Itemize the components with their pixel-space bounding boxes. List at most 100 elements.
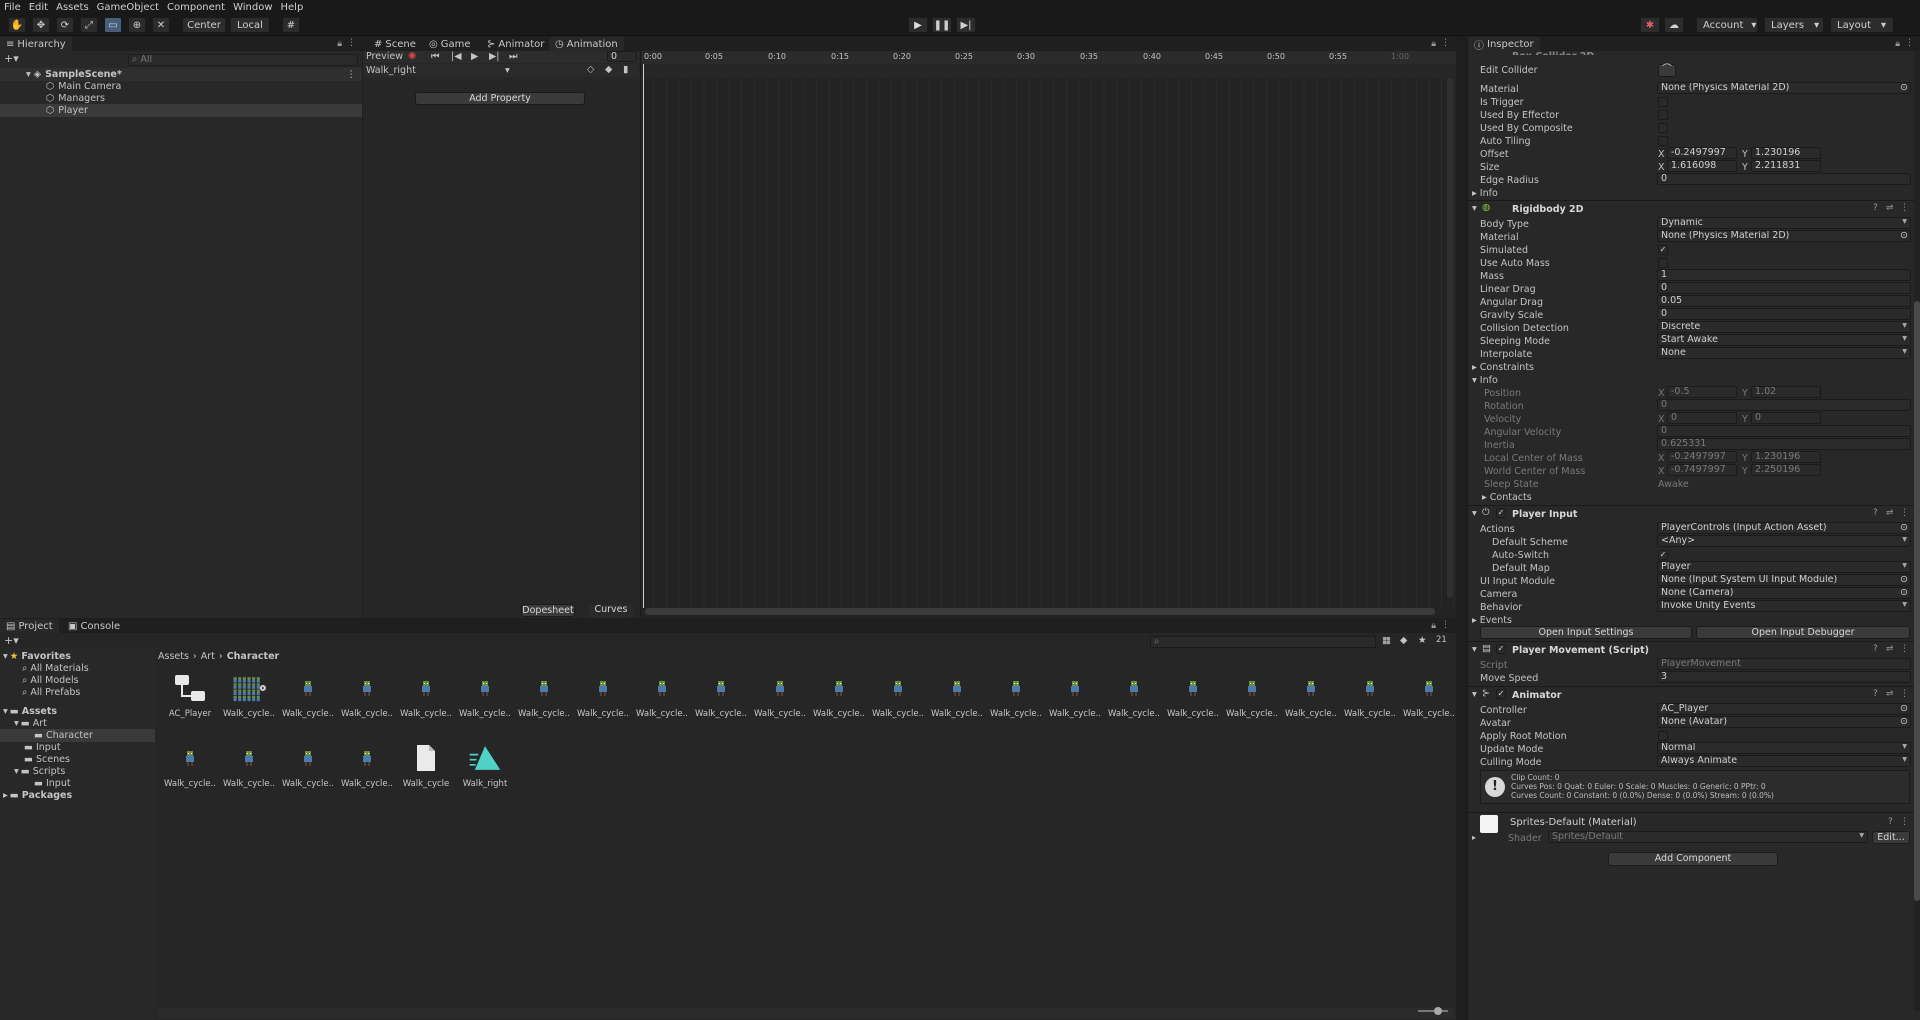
more-icon[interactable]: ⋮ xyxy=(347,38,356,48)
collision-detection-dropdown[interactable]: Discrete xyxy=(1657,321,1911,333)
filter-type-icon[interactable]: ▦ xyxy=(1382,635,1391,646)
more-icon[interactable]: ⋮ xyxy=(1900,689,1909,699)
account-dropdown[interactable]: Account ▾ xyxy=(1696,17,1758,33)
event-marker-icon[interactable]: ▮ xyxy=(623,64,628,75)
gravity-scale-field[interactable]: 0 xyxy=(1657,308,1911,320)
camera-field[interactable]: None (Camera) ⊙ xyxy=(1657,587,1911,599)
more-icon[interactable]: ⋮ xyxy=(1900,644,1909,654)
foldout-arrow-icon[interactable]: ▾ xyxy=(1472,644,1477,655)
tab-animation[interactable]: ◷ Animation xyxy=(549,37,624,51)
sprite-asset[interactable]: Walk_cycle... xyxy=(1167,671,1219,719)
sprite-asset[interactable]: Walk_cycle... xyxy=(282,671,334,719)
object-picker-icon[interactable]: ⊙ xyxy=(1900,717,1908,727)
add-event-icon[interactable]: ◆ xyxy=(605,64,612,75)
rect-tool-icon[interactable]: ▭ xyxy=(104,17,122,33)
sprite-asset[interactable]: Walk_cycle... xyxy=(223,741,275,789)
sprite-asset[interactable]: Walk_cycle... xyxy=(1285,671,1337,719)
sprite-asset[interactable]: Walk_cycle... xyxy=(400,671,452,719)
foldout-arrow-icon[interactable]: ▾ xyxy=(1472,508,1477,519)
move-tool-icon[interactable]: ✥ xyxy=(32,17,50,33)
tree-item[interactable]: ⌕ All Prefabs xyxy=(0,686,155,699)
lock-icon[interactable]: 🔒︎ xyxy=(1431,39,1436,49)
animator-controller-asset[interactable]: AC_Player xyxy=(164,671,216,719)
breadcrumb-item[interactable]: Art xyxy=(201,651,215,662)
zoom-slider[interactable] xyxy=(1418,1010,1448,1012)
menu-assets[interactable]: Assets xyxy=(56,2,89,13)
sprite-asset[interactable]: Walk_cycle... xyxy=(459,671,511,719)
size-x-field[interactable]: 1.616098 xyxy=(1667,160,1737,172)
menu-gameobject[interactable]: GameObject xyxy=(97,2,159,13)
mass-field[interactable]: 1 xyxy=(1657,269,1911,281)
filter-label-icon[interactable]: ◆ xyxy=(1400,635,1407,646)
preset-icon[interactable]: ⇌ xyxy=(1886,689,1894,699)
hierarchy-item-selected[interactable]: ⬡ Player xyxy=(0,104,362,117)
menu-file[interactable]: File xyxy=(4,2,21,13)
use-auto-mass-checkbox[interactable] xyxy=(1658,258,1668,268)
project-search-input[interactable]: ⌕ xyxy=(1150,636,1376,648)
foldout-contacts[interactable]: ▸ Contacts xyxy=(1482,492,1532,503)
ui-input-module-field[interactable]: None (Input System UI Input Module) ⊙ xyxy=(1657,574,1911,586)
object-picker-icon[interactable]: ⊙ xyxy=(1900,704,1908,714)
component-enabled-checkbox[interactable]: ✓ xyxy=(1496,508,1506,518)
sprite-asset[interactable]: Walk_cycle... xyxy=(636,671,688,719)
sprite-asset[interactable]: Walk_cycle... xyxy=(1403,671,1455,719)
chevron-down-icon[interactable]: ▾ xyxy=(505,65,510,76)
timeline-area[interactable]: 0:00 0:05 0:10 0:15 0:20 0:25 0:30 0:35 … xyxy=(640,51,1456,618)
preview-button[interactable]: Preview xyxy=(366,51,403,62)
tab-project[interactable]: ▤ Project xyxy=(0,619,59,633)
record-icon[interactable]: ◉ xyxy=(408,50,416,61)
sprite-asset[interactable]: Walk_cycle... xyxy=(813,671,865,719)
edge-radius-field[interactable]: 0 xyxy=(1657,173,1911,185)
grid-snap-icon[interactable]: # xyxy=(282,17,300,33)
foldout-arrow-icon[interactable]: ▸ xyxy=(1472,833,1476,842)
simulated-checkbox[interactable]: ✓ xyxy=(1658,245,1668,255)
hand-tool-icon[interactable]: ✋ xyxy=(8,17,26,33)
play-button[interactable]: ▶ xyxy=(908,17,928,33)
add-property-button[interactable]: Add Property xyxy=(415,92,585,105)
transform-tool-icon[interactable]: ⊕ xyxy=(128,17,146,33)
foldout-constraints[interactable]: ▸ Constraints xyxy=(1472,362,1534,373)
size-y-field[interactable]: 2.211831 xyxy=(1751,160,1821,172)
sprite-asset[interactable]: Walk_cycle... xyxy=(577,671,629,719)
tab-console[interactable]: ▣ Console xyxy=(62,619,126,633)
menu-edit[interactable]: Edit xyxy=(29,2,48,13)
default-scheme-dropdown[interactable]: <Any> xyxy=(1657,535,1911,547)
layout-dropdown[interactable]: Layout ▾ xyxy=(1830,17,1894,33)
help-icon[interactable]: ? xyxy=(1873,644,1878,654)
sprite-asset[interactable]: Walk_cycle... xyxy=(1344,671,1396,719)
breadcrumb-item[interactable]: Assets xyxy=(158,651,189,662)
last-key-icon[interactable]: ⏭ xyxy=(509,51,518,62)
sprite-asset[interactable]: Walk_cycle... xyxy=(282,741,334,789)
help-icon[interactable]: ? xyxy=(1873,203,1878,213)
animation-clip-asset[interactable]: Walk_right xyxy=(459,741,511,789)
lock-icon[interactable]: 🔒︎ xyxy=(337,39,342,49)
horizontal-scrollbar[interactable] xyxy=(645,608,1435,615)
more-icon[interactable]: ⋮ xyxy=(1441,620,1450,630)
more-icon[interactable]: ⋮ xyxy=(1900,203,1909,213)
object-picker-icon[interactable]: ⊙ xyxy=(1900,83,1908,93)
tab-hierarchy[interactable]: ≡ Hierarchy xyxy=(0,37,72,51)
hidden-count[interactable]: 21 xyxy=(1436,635,1447,645)
step-button[interactable]: ▶| xyxy=(956,17,976,33)
linear-drag-field[interactable]: 0 xyxy=(1657,282,1911,294)
prev-key-icon[interactable]: |◀ xyxy=(451,51,462,62)
sprite-asset[interactable]: Walk_cycle... xyxy=(341,671,393,719)
preset-icon[interactable]: ⇌ xyxy=(1886,203,1894,213)
update-mode-dropdown[interactable]: Normal xyxy=(1657,742,1911,754)
tab-scene[interactable]: # Scene xyxy=(368,37,422,51)
auto-switch-checkbox[interactable]: ✓ xyxy=(1658,550,1668,560)
curves-tab[interactable]: Curves xyxy=(589,604,633,617)
add-keyframe-icon[interactable]: ◇ xyxy=(587,64,594,75)
sprite-asset[interactable]: Walk_cycle... xyxy=(164,741,216,789)
lock-icon[interactable]: 🔒︎ xyxy=(1431,621,1436,631)
avatar-field[interactable]: None (Avatar) ⊙ xyxy=(1657,716,1911,728)
component-enabled-checkbox[interactable]: ✓ xyxy=(1496,689,1506,699)
favorite-icon[interactable]: ★ xyxy=(1418,635,1427,646)
time-ruler[interactable]: 0:00 0:05 0:10 0:15 0:20 0:25 0:30 0:35 … xyxy=(641,51,1456,64)
is-trigger-checkbox[interactable] xyxy=(1658,97,1668,107)
menu-component[interactable]: Component xyxy=(167,2,225,13)
sprite-asset[interactable]: Walk_cycle... xyxy=(931,671,983,719)
foldout-arrow-icon[interactable]: ▾ xyxy=(1472,689,1477,700)
material-field[interactable]: None (Physics Material 2D) ⊙ xyxy=(1657,82,1911,94)
component-enabled-checkbox[interactable]: ✓ xyxy=(1496,644,1506,654)
